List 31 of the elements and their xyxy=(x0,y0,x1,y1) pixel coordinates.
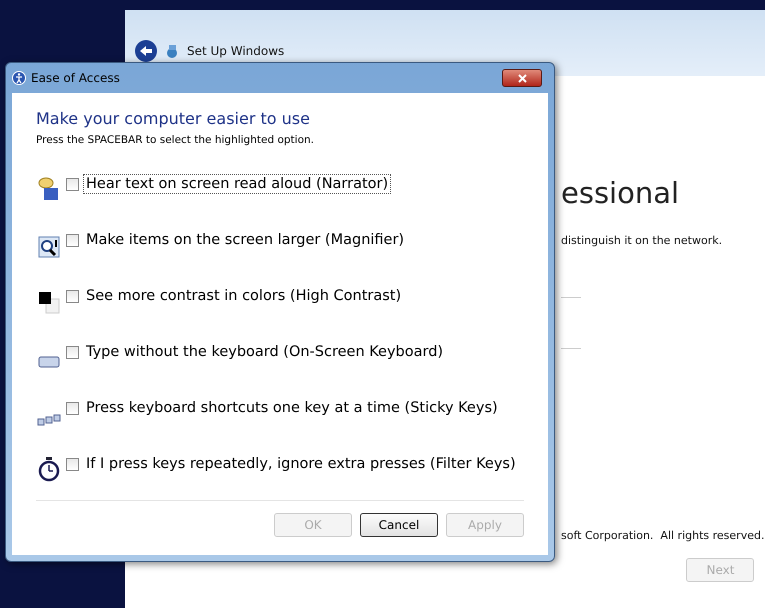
keys-icon xyxy=(37,414,61,426)
page-heading: essional xyxy=(561,176,680,210)
contrast-icon xyxy=(38,290,60,314)
close-button[interactable] xyxy=(502,69,542,87)
checkbox[interactable] xyxy=(66,346,79,358)
checkbox[interactable] xyxy=(66,458,79,470)
window-title: Set Up Windows xyxy=(187,44,284,58)
keyboard-icon xyxy=(38,354,60,370)
checkbox[interactable] xyxy=(66,178,79,190)
instruction-text: Press the SPACEBAR to select the highlighted option. xyxy=(36,134,315,146)
checkbox[interactable] xyxy=(66,290,79,302)
magnifier-icon xyxy=(38,236,60,258)
option-label[interactable]: Type without the keyboard (On-Screen Keyboard) xyxy=(83,342,446,362)
option-label[interactable]: Press keyboard shortcuts one key at a time (Sticky Keys) xyxy=(83,398,501,418)
option-label[interactable]: Hear text on screen read aloud (Narrator) xyxy=(83,174,392,194)
speaker-icon xyxy=(38,176,60,202)
close-icon xyxy=(518,74,526,82)
option-label[interactable]: Make items on the screen larger (Magnifier) xyxy=(83,230,408,250)
option-label[interactable]: See more contrast in colors (High Contrast) xyxy=(83,286,404,306)
option-label[interactable]: If I press keys repeatedly, ignore extra presses (Filter Keys) xyxy=(83,454,519,474)
dialog-button[interactable]: Cancel xyxy=(360,513,438,537)
description-text: distinguish it on the network. xyxy=(561,234,724,247)
checkbox[interactable] xyxy=(66,402,79,414)
stopwatch-icon xyxy=(38,456,60,482)
copyright-text: soft Corporation. All rights reserved. xyxy=(561,529,764,542)
checkbox[interactable] xyxy=(66,234,79,246)
back-button[interactable] xyxy=(135,40,157,62)
accessibility-icon xyxy=(12,71,26,85)
dialog-heading: Make your computer easier to use xyxy=(36,109,311,128)
back-arrow-icon xyxy=(139,45,153,57)
dialog-title: Ease of Access xyxy=(31,71,121,85)
